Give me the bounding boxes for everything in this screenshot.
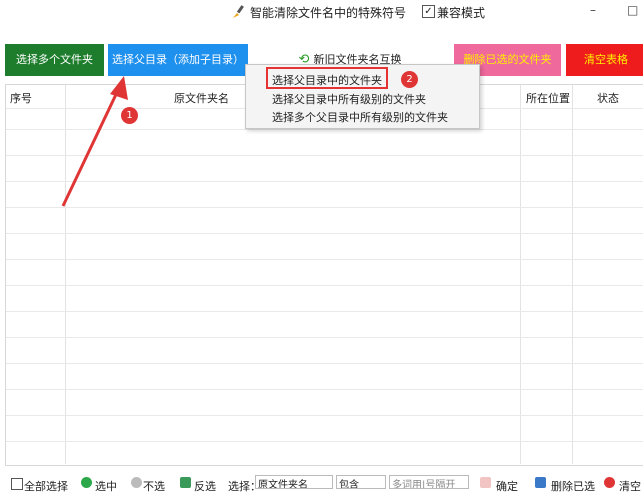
check-icon [81, 477, 92, 488]
invert-icon [180, 477, 191, 488]
menu-item-multiple-parents-all-levels[interactable]: 选择多个父目录中所有级别的文件夹 [272, 109, 448, 125]
row-divider [6, 389, 643, 390]
row-divider [6, 259, 643, 260]
row-divider [6, 415, 643, 416]
minimize-button[interactable]: – [590, 3, 596, 17]
clear-table-button[interactable]: 清空表格 [566, 44, 643, 76]
column-divider [572, 85, 573, 464]
annotation-badge-1: 1 [121, 107, 138, 124]
row-divider [6, 441, 643, 442]
deselect-button[interactable]: 不选 [143, 478, 165, 494]
column-header-original-name[interactable]: 原文件夹名 [174, 90, 229, 106]
select-all-label[interactable]: 全部选择 [24, 478, 68, 494]
filter-field-select[interactable]: 原文件夹名 [255, 475, 333, 489]
row-divider [6, 337, 643, 338]
confirm-button[interactable]: 确定 [496, 478, 518, 494]
menu-item-parent-all-levels[interactable]: 选择父目录中所有级别的文件夹 [272, 91, 426, 107]
delete-icon [535, 477, 546, 488]
annotation-highlight-box [266, 67, 388, 89]
annotation-arrow [61, 76, 128, 207]
column-header-index[interactable]: 序号 [10, 90, 32, 106]
invert-button[interactable]: 反选 [194, 478, 216, 494]
row-divider [6, 363, 643, 364]
compat-mode-label[interactable]: 兼容模式 [437, 4, 485, 21]
cross-icon [131, 477, 142, 488]
annotation-badge-2: 2 [401, 71, 418, 88]
filter-mode-select[interactable]: 包含 [336, 475, 386, 489]
select-button[interactable]: 选中 [95, 478, 117, 494]
app-title: 智能清除文件名中的特殊符号 [250, 6, 407, 20]
clear-icon [604, 477, 615, 488]
row-divider [6, 285, 643, 286]
clear-button[interactable]: 清空 [619, 478, 641, 494]
confirm-icon [480, 477, 491, 488]
brush-icon [233, 5, 244, 18]
maximize-button[interactable]: □ [627, 3, 638, 17]
compat-mode-checkbox[interactable]: ✓ [422, 5, 435, 18]
select-all-checkbox[interactable] [11, 478, 23, 490]
row-divider [6, 311, 643, 312]
column-divider [520, 85, 521, 464]
column-header-location[interactable]: 所在位置 [526, 90, 570, 106]
filter-keyword-input[interactable]: 多词用|号隔开 [389, 475, 469, 489]
delete-selected-button[interactable]: 删除已选 [551, 478, 595, 494]
column-header-status[interactable]: 状态 [597, 90, 619, 106]
row-divider [6, 233, 643, 234]
